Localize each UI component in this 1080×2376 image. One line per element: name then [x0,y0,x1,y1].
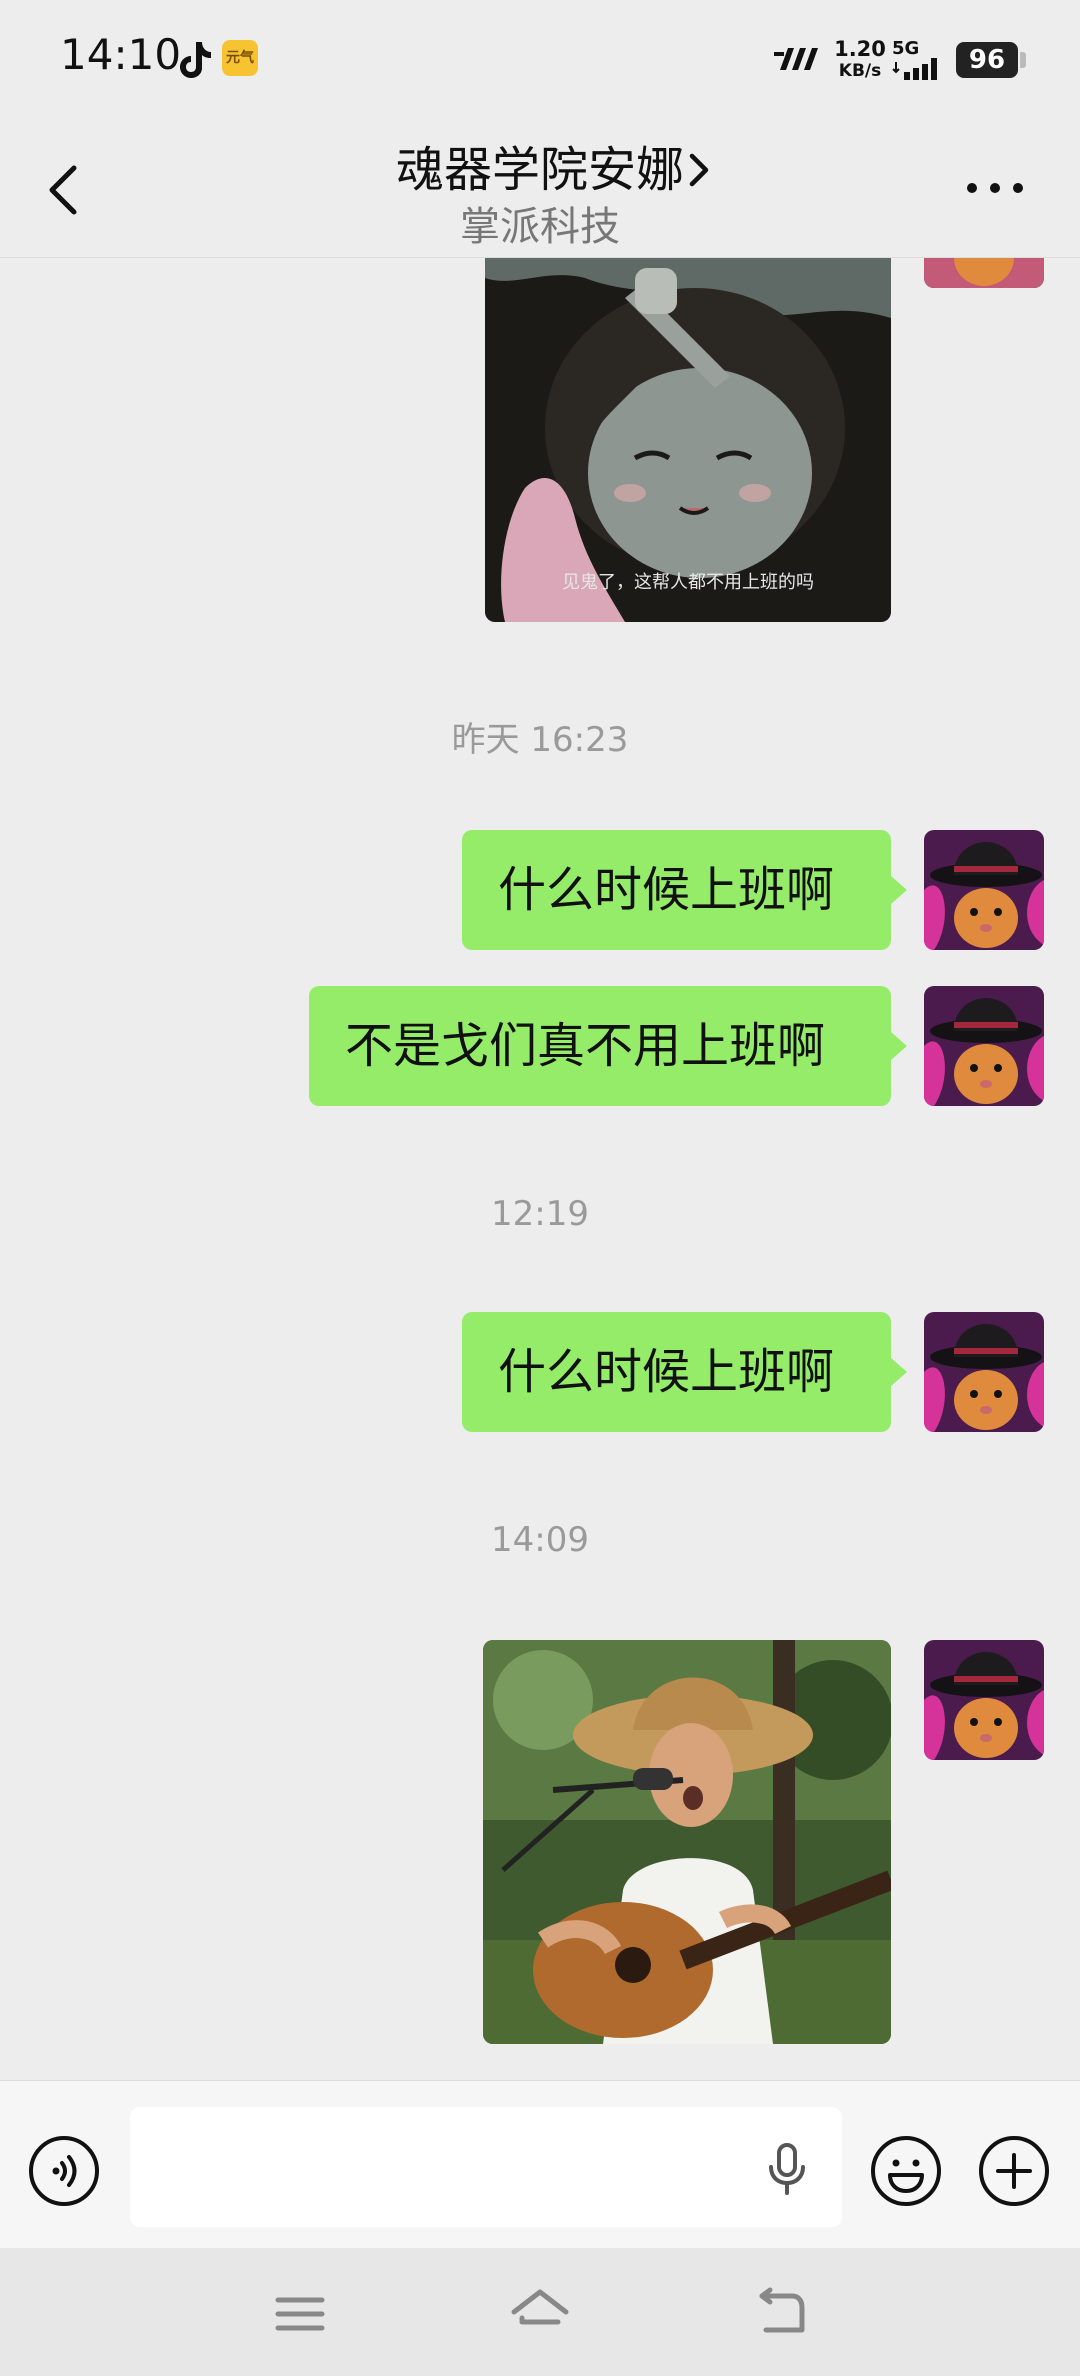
message-timestamp: 昨天 16:23 [451,720,629,760]
avatar-cat-cowboy-icon [924,1312,1044,1432]
tiktok-icon [180,42,211,78]
message-input[interactable] [130,2107,842,2227]
plus-icon[interactable] [978,2135,1050,2207]
mic-icon[interactable] [762,2139,812,2199]
message-list[interactable]: 见鬼了，这帮人都不用上班的吗 昨天 16:23 什么时候上班啊 不是戈们真不用上… [0,258,1080,2080]
text-message-bubble[interactable]: 什么时候上班啊 [462,1312,907,1432]
chat-header: 魂器学院安娜 掌派科技 [0,118,1080,258]
system-nav-bar [0,2248,1080,2376]
net-speed-unit: KB/s [838,61,882,81]
carrier-icon [774,48,818,70]
message-timestamp: 12:19 [491,1194,589,1234]
image-message[interactable] [483,1640,891,2044]
net-speed-value: 1.20 [834,37,886,61]
input-bar [0,2080,1080,2248]
status-bar: 14:10 元气 1.20 KB/s 5G 96 [0,0,1080,118]
avatar-cat-cowboy-icon [924,830,1044,950]
battery-tip [1020,52,1026,68]
image-caption: 见鬼了，这帮人都不用上班的吗 [562,572,814,593]
back-arrow-icon[interactable] [36,148,96,228]
battery-indicator: 96 [956,42,1018,78]
text-message-bubble[interactable]: 什么时候上班啊 [462,830,907,950]
avatar[interactable] [924,830,1044,950]
avatar[interactable] [924,986,1044,1106]
text-message-bubble[interactable]: 不是戈们真不用上班啊 [309,986,907,1106]
avatar-cat-cowboy-icon [924,1640,1044,1760]
net-speed: 1.20 KB/s [830,38,890,82]
back-icon[interactable] [752,2282,812,2342]
app-badge-icon: 元气 [222,40,258,76]
status-time: 14:10 [60,30,182,79]
image-message[interactable]: 见鬼了，这帮人都不用上班的吗 [485,258,891,622]
chevron-right-icon[interactable] [680,138,720,198]
chat-title[interactable]: 魂器学院安娜 [270,130,810,200]
message-timestamp: 14:09 [491,1520,589,1560]
voice-icon[interactable] [28,2135,100,2207]
emoji-icon[interactable] [870,2135,942,2207]
avatar-cat-cowboy-icon [924,258,1044,288]
home-icon[interactable] [508,2282,572,2346]
signal-icon [892,58,937,80]
singer-guitar-photo [483,1640,891,2044]
more-dots-icon[interactable] [950,158,1040,218]
avatar-cat-cowboy-icon [924,986,1044,1106]
menu-icon[interactable] [270,2284,330,2344]
avatar[interactable] [924,1640,1044,1760]
chat-subtitle: 掌派科技 [460,204,620,250]
avatar[interactable] [924,258,1044,288]
avatar[interactable] [924,1312,1044,1432]
